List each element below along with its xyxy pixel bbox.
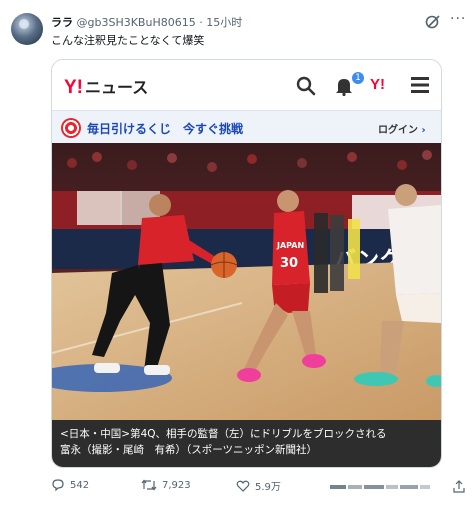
- bell-icon: [336, 79, 352, 96]
- jersey-number: 30: [280, 256, 298, 271]
- like-count: 5.9万: [255, 482, 281, 493]
- repost-icon: [141, 479, 157, 491]
- grok-icon[interactable]: [424, 13, 442, 31]
- separator: ·: [199, 16, 203, 29]
- reply-button[interactable]: 542: [51, 478, 89, 492]
- chevron-right-icon: ›: [421, 125, 426, 136]
- reply-icon: [52, 479, 64, 492]
- menu-icon: [411, 77, 429, 93]
- jersey-team: JAPAN: [276, 241, 304, 250]
- repost-button[interactable]: 7,923: [141, 478, 191, 492]
- like-button[interactable]: 5.9万: [236, 478, 281, 493]
- more-options-icon[interactable]: ···: [450, 11, 466, 27]
- user-handle[interactable]: @gb3SH3KBuH80615: [77, 16, 196, 29]
- avatar[interactable]: [11, 13, 43, 45]
- media-card[interactable]: Y! ニュース 1 Y! 毎日引けるくじ 今すぐ挑戦 ログイン › バンク JA…: [51, 59, 442, 468]
- timestamp[interactable]: 15小时: [206, 16, 242, 29]
- article-photo: バンク JAPAN 30: [52, 143, 441, 420]
- photo-caption: <日本・中国>第4Q、相手の監督（左）にドリブルをブロックされる 富永（撮影・尾…: [52, 420, 441, 467]
- search-icon: [296, 76, 316, 96]
- promo-banner: 毎日引けるくじ 今すぐ挑戦 ログイン ›: [52, 110, 441, 144]
- tweet-actions: 542 7,923 5.9万: [0, 478, 474, 496]
- yahoo-news-logo: Y! ニュース: [64, 74, 148, 99]
- display-name[interactable]: ララ: [51, 16, 73, 29]
- yahoo-logo-text: Y!: [64, 77, 83, 98]
- yahoo-news-header: Y! ニュース 1 Y!: [52, 60, 441, 110]
- yahoo-small-logo: Y!: [370, 76, 385, 93]
- tweet-header: ララ @gb3SH3KBuH80615 · 15小时: [51, 14, 242, 30]
- caption-line-2: 富永（撮影・尾崎 有希）（スポーツニッポン新聞社）: [60, 444, 318, 456]
- caption-line-1: <日本・中国>第4Q、相手の監督（左）にドリブルをブロックされる: [60, 428, 387, 440]
- views-indicator: [330, 485, 430, 489]
- tweet[interactable]: ララ @gb3SH3KBuH80615 · 15小时 ··· こんな注釈見たこと…: [0, 0, 474, 506]
- tweet-text: こんな注釈見たことなくて爆笑: [51, 34, 205, 47]
- login-link: ログイン ›: [378, 121, 426, 136]
- share-icon[interactable]: [452, 480, 466, 494]
- reply-count: 542: [70, 479, 90, 491]
- basketball-photo: バンク JAPAN 30: [52, 143, 441, 420]
- views-bar: [330, 483, 442, 494]
- news-logo-text: ニュース: [85, 80, 149, 97]
- promo-text: 毎日引けるくじ 今すぐ挑戦: [87, 122, 244, 136]
- heart-icon: [236, 480, 250, 492]
- login-label: ログイン: [378, 125, 418, 136]
- repost-count: 7,923: [162, 479, 191, 491]
- target-icon: [61, 118, 81, 138]
- notification-badge: 1: [352, 72, 364, 84]
